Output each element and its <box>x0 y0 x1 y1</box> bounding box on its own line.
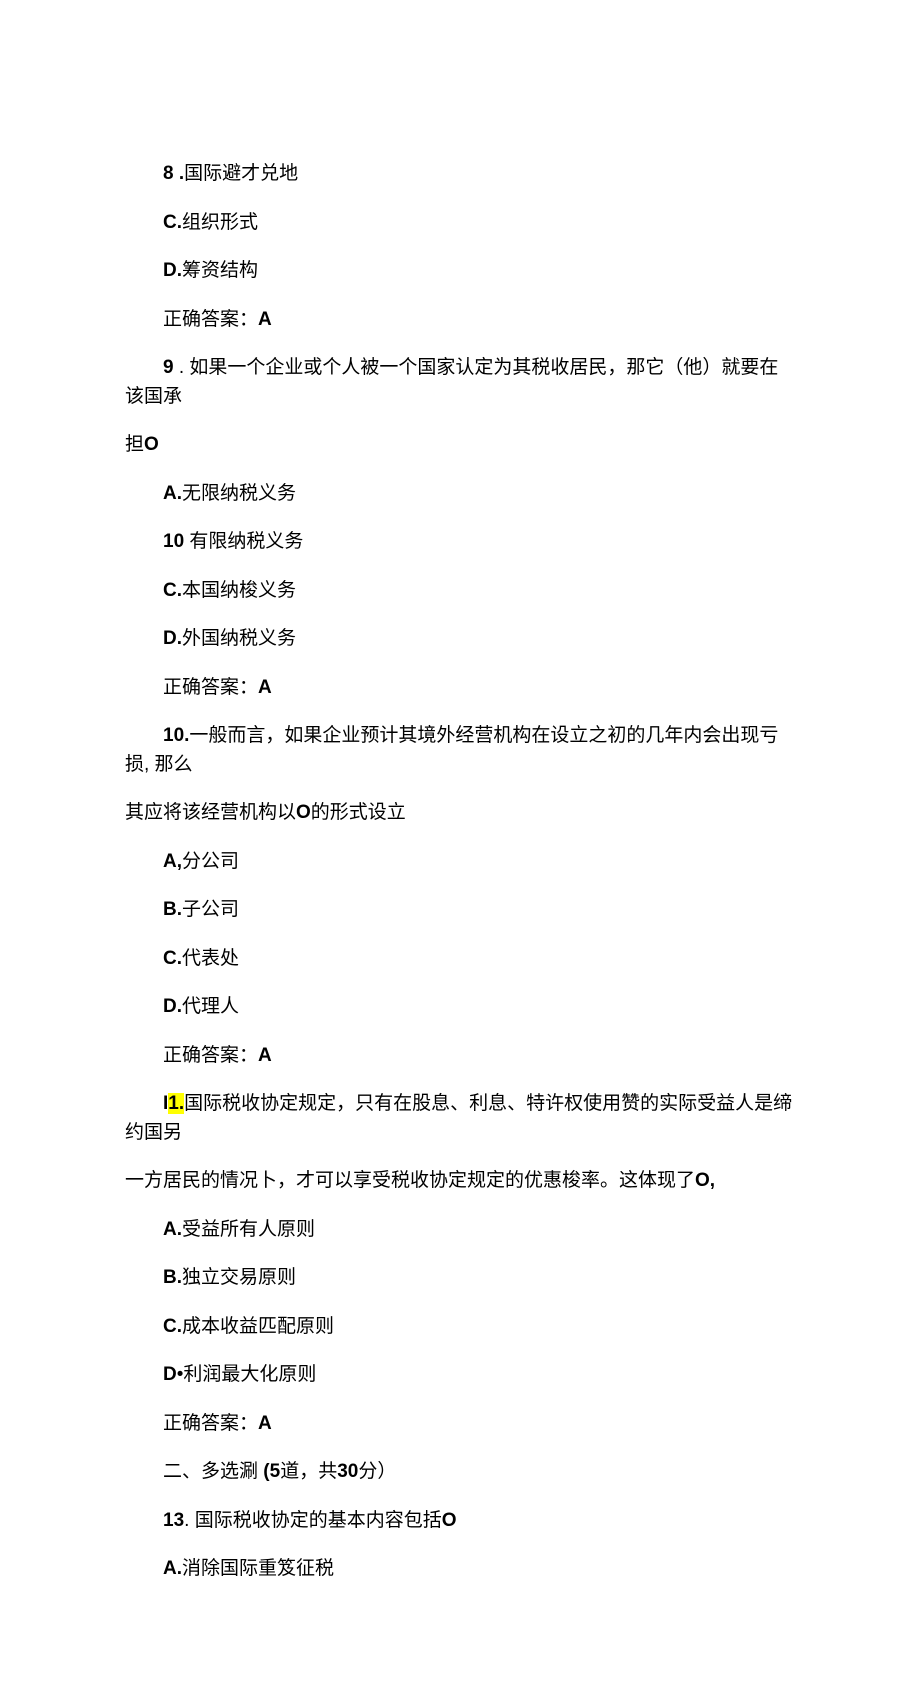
text-segment: 有限纳税义务 <box>184 531 303 552</box>
text-segment: 外国纳税义务 <box>182 628 296 649</box>
text-line: 担O <box>125 431 795 460</box>
text-line: D.外国纳税义务 <box>125 625 795 654</box>
text-line: C.本国纳梭义务 <box>125 577 795 606</box>
text-line: 10 有限纳税义务 <box>125 528 795 557</box>
text-segment: O, <box>695 1170 715 1191</box>
text-line: 9 . 如果一个企业或个人被一个国家认定为其税收居民，那它（他）就要在该国承 <box>125 354 795 411</box>
text-segment: 13 <box>163 1510 184 1531</box>
text-line: 13. 国际税收协定的基本内容包括O <box>125 1507 795 1536</box>
text-segment: (5 <box>263 1461 280 1482</box>
text-segment: 一方居民的情况卜，才可以享受税收协定规定的优惠梭率。这体现了 <box>125 1170 695 1191</box>
text-line: 10.一般而言，如果企业预计其境外经营机构在设立之初的几年内会出现亏损, 那么 <box>125 722 795 779</box>
text-line: 其应将该经营机构以O的形式设立 <box>125 799 795 828</box>
text-line: I1.国际税收协定规定，只有在股息、利息、特许权使用赞的实际受益人是缔约国另 <box>125 1090 795 1147</box>
text-segment: D <box>163 1364 177 1385</box>
text-segment: B. <box>163 899 182 920</box>
text-segment: 筹资结构 <box>182 260 258 281</box>
text-segment: 代理人 <box>182 996 239 1017</box>
text-segment: A. <box>163 1558 182 1579</box>
text-segment: 正确答案： <box>163 1413 258 1434</box>
text-segment: O <box>144 434 159 455</box>
text-segment: A. <box>163 483 182 504</box>
text-segment: 30 <box>337 1461 358 1482</box>
text-segment: 独立交易原则 <box>182 1267 296 1288</box>
text-segment: 道，共 <box>280 1461 337 1482</box>
text-segment: 正确答案： <box>163 677 258 698</box>
text-segment: 代表处 <box>182 948 239 969</box>
text-line: 正确答案：A <box>125 1042 795 1071</box>
text-segment: 10. <box>163 725 189 746</box>
text-line: 正确答案：A <box>125 306 795 335</box>
text-segment: 二、多选涮 <box>163 1461 263 1482</box>
text-line: D.代理人 <box>125 993 795 1022</box>
text-segment: O <box>442 1510 457 1531</box>
text-line: A,分公司 <box>125 848 795 877</box>
text-segment: 分公司 <box>182 851 239 872</box>
text-line: A.受益所有人原则 <box>125 1216 795 1245</box>
text-segment: 国际避才兑地 <box>184 163 298 184</box>
text-segment: A <box>258 1045 272 1066</box>
text-line: C.代表处 <box>125 945 795 974</box>
text-segment: A <box>258 677 272 698</box>
text-line: 正确答案：A <box>125 674 795 703</box>
text-segment: 消除国际重笈征税 <box>182 1558 334 1579</box>
text-segment: 成本收益匹配原则 <box>182 1316 334 1337</box>
text-segment: B. <box>163 1267 182 1288</box>
text-segment: C. <box>163 948 182 969</box>
text-segment: 子公司 <box>182 899 239 920</box>
text-segment: 9 <box>163 357 174 378</box>
text-segment: C. <box>163 580 182 601</box>
text-segment: A, <box>163 851 182 872</box>
text-line: B.子公司 <box>125 896 795 925</box>
text-segment: 10 <box>163 531 184 552</box>
text-segment: 正确答案： <box>163 309 258 330</box>
text-line: 8 .国际避才兑地 <box>125 160 795 189</box>
text-segment: 一般而言，如果企业预计其境外经营机构在设立之初的几年内会出现亏损, 那么 <box>125 725 778 775</box>
text-segment: C. <box>163 1316 182 1337</box>
text-segment: 分） <box>358 1461 396 1482</box>
text-line: 一方居民的情况卜，才可以享受税收协定规定的优惠梭率。这体现了O, <box>125 1167 795 1196</box>
text-segment: A <box>258 1413 272 1434</box>
text-segment: 国际税收协定规定，只有在股息、利息、特许权使用赞的实际受益人是缔约国另 <box>125 1093 792 1143</box>
text-line: D•利润最大化原则 <box>125 1361 795 1390</box>
text-line: C.组织形式 <box>125 209 795 238</box>
text-segment: 无限纳税义务 <box>182 483 296 504</box>
text-line: A.无限纳税义务 <box>125 480 795 509</box>
text-segment: D. <box>163 628 182 649</box>
text-segment: O <box>296 802 311 823</box>
text-line: C.成本收益匹配原则 <box>125 1313 795 1342</box>
text-segment: 受益所有人原则 <box>182 1219 315 1240</box>
text-segment: D. <box>163 996 182 1017</box>
document-content: 8 .国际避才兑地C.组织形式D.筹资结构正确答案：A9 . 如果一个企业或个人… <box>125 160 795 1584</box>
text-segment: . 国际税收协定的基本内容包括 <box>184 1510 442 1531</box>
text-segment: A. <box>163 1219 182 1240</box>
text-segment: A <box>258 309 272 330</box>
text-line: 正确答案：A <box>125 1410 795 1439</box>
text-segment: 8 . <box>163 163 184 184</box>
text-segment: 1. <box>168 1093 184 1114</box>
text-segment: 的形式设立 <box>311 802 406 823</box>
text-segment: 本国纳梭义务 <box>182 580 296 601</box>
text-line: 二、多选涮 (5道，共30分） <box>125 1458 795 1487</box>
text-segment: 正确答案： <box>163 1045 258 1066</box>
text-segment: 其应将该经营机构以 <box>125 802 296 823</box>
text-segment: . 如果一个企业或个人被一个国家认定为其税收居民，那它（他）就要在该国承 <box>125 357 778 407</box>
text-segment: D. <box>163 260 182 281</box>
text-segment: •利润最大化原则 <box>177 1364 317 1385</box>
text-line: A.消除国际重笈征税 <box>125 1555 795 1584</box>
text-line: B.独立交易原则 <box>125 1264 795 1293</box>
text-segment: 组织形式 <box>182 212 258 233</box>
document-page: 8 .国际避才兑地C.组织形式D.筹资结构正确答案：A9 . 如果一个企业或个人… <box>0 0 920 1684</box>
text-line: D.筹资结构 <box>125 257 795 286</box>
text-segment: 担 <box>125 434 144 455</box>
text-segment: C. <box>163 212 182 233</box>
